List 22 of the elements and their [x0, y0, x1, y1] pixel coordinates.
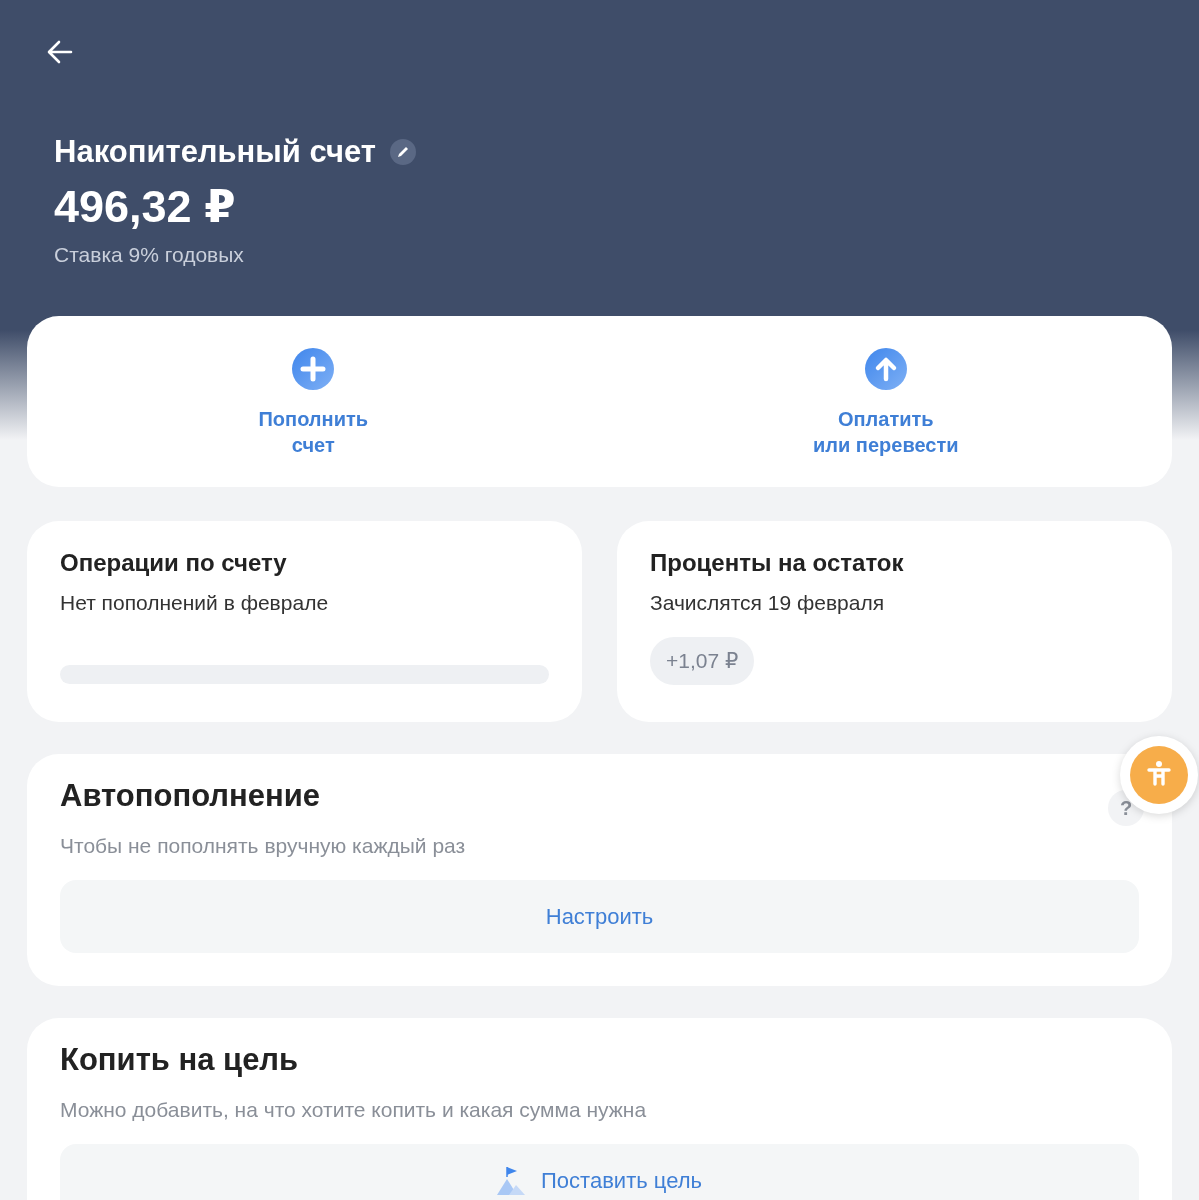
- info-card[interactable]: Проценты на остаток Зачислятся 19 февраля +1,07 ₽: [617, 521, 1172, 722]
- flag-mountain-icon: [497, 1166, 526, 1195]
- card-title: Проценты на остаток: [650, 549, 905, 577]
- interest-amount: +1,07 ₽: [650, 637, 755, 685]
- section-title: Автопополнение: [60, 778, 320, 814]
- action-button[interactable]: Пополнить счет: [27, 316, 600, 487]
- edit-icon[interactable]: [389, 139, 416, 165]
- section-subtitle: Можно добавить, на что хотите копить и какая сумма нужна: [60, 1098, 648, 1122]
- account-title: Накопительный счет: [54, 134, 376, 170]
- card-title: Операции по счету: [60, 549, 288, 577]
- back-icon[interactable]: [47, 40, 73, 64]
- info-card[interactable]: Операции по счету Нет пополнений в феврале: [27, 521, 582, 722]
- card-subtitle: Нет пополнений в феврале: [60, 591, 330, 615]
- interest-rate: Ставка 9% годовых: [54, 243, 245, 267]
- section-button[interactable]: Настроить: [60, 880, 1139, 953]
- action-button[interactable]: Оплатить или перевести: [599, 316, 1172, 487]
- section-button[interactable]: Поставить цель: [60, 1144, 1139, 1200]
- plus-icon: [291, 347, 336, 391]
- balance-amount: 496,32 ₽: [54, 180, 237, 233]
- section-title: Копить на цель: [60, 1042, 299, 1078]
- section-subtitle: Чтобы не пополнять вручную каждый раз: [60, 834, 467, 858]
- card-subtitle: Зачислятся 19 февраля: [650, 591, 886, 615]
